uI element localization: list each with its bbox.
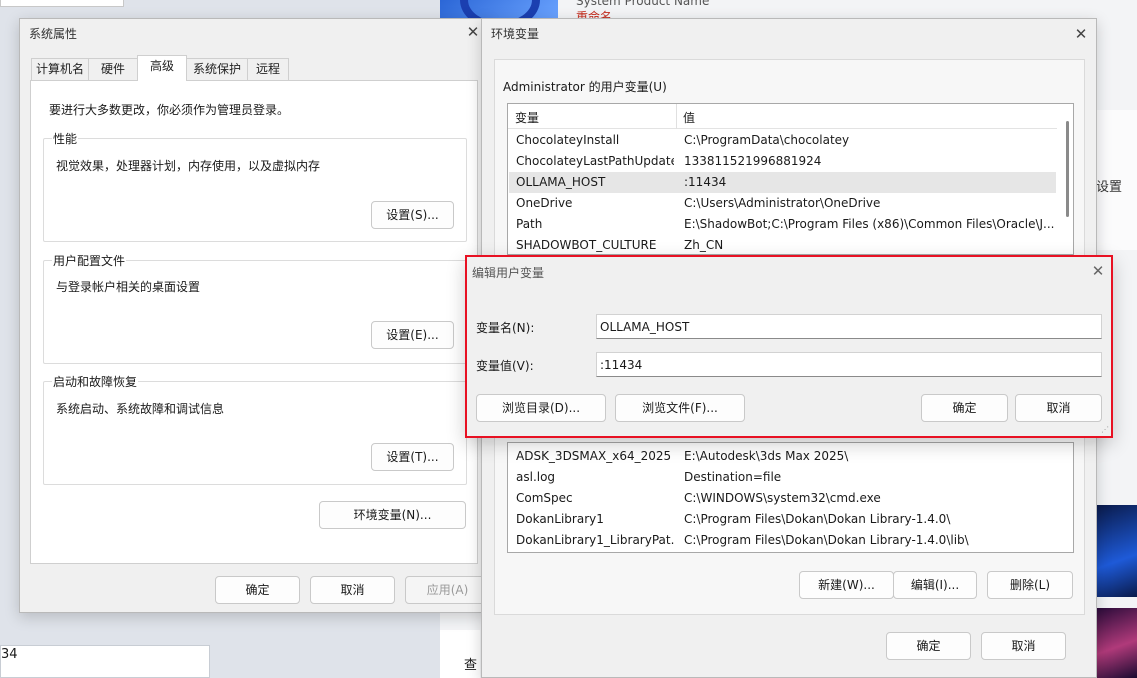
var-value: C:\WINDOWS\system32\cmd.exe <box>684 491 881 505</box>
list-header: 变量 值 <box>508 104 1057 129</box>
list-item[interactable]: ComSpec C:\WINDOWS\system32\cmd.exe <box>509 488 1056 509</box>
apply-button[interactable]: 应用(A) <box>405 576 490 604</box>
var-name: OneDrive <box>516 196 573 210</box>
tab-computer-name[interactable]: 计算机名 <box>31 58 89 80</box>
list-item[interactable]: Path E:\ShadowBot;C:\Program Files (x86)… <box>509 214 1056 235</box>
user-profiles-group: 用户配置文件 与登录帐户相关的桌面设置 设置(E)... <box>43 252 467 364</box>
background-strip-text: 查 <box>464 658 478 673</box>
browse-directory-button[interactable]: 浏览目录(D)... <box>476 394 606 422</box>
dialog-title: 系统属性 <box>29 27 78 41</box>
cancel-button[interactable]: 取消 <box>310 576 395 604</box>
resize-grip-icon[interactable]: ⋰ <box>1101 425 1109 434</box>
tab-hardware[interactable]: 硬件 <box>88 58 138 80</box>
background-top-box <box>0 0 124 7</box>
var-name: ADSK_3DSMAX_x64_2025 <box>516 449 672 463</box>
var-name: OLLAMA_HOST <box>516 175 606 189</box>
var-name: DokanLibrary1_LibraryPat... <box>516 533 674 547</box>
column-header-name[interactable]: 变量 <box>515 109 539 126</box>
ok-button[interactable]: 确定 <box>886 632 971 660</box>
edit-variable-button[interactable]: 编辑(I)... <box>893 571 977 599</box>
var-value: C:\Program Files\Dokan\Dokan Library-1.4… <box>684 512 951 526</box>
startup-recovery-group: 启动和故障恢复 系统启动、系统故障和调试信息 设置(T)... <box>43 373 467 485</box>
admin-notice: 要进行大多数更改，你必须作为管理员登录。 <box>49 103 290 117</box>
list-item[interactable]: OneDrive C:\Users\Administrator\OneDrive <box>509 193 1056 214</box>
ok-button[interactable]: 确定 <box>921 394 1008 422</box>
user-variables-list[interactable]: 变量 值 ChocolateyInstall C:\ProgramData\ch… <box>507 103 1074 255</box>
tab-advanced[interactable]: 高级 <box>137 55 187 81</box>
variable-name-label: 变量名(N): <box>476 321 535 335</box>
wallpaper-thumbnail <box>440 0 558 20</box>
cancel-button[interactable]: 取消 <box>981 632 1066 660</box>
var-value: C:\Users\Administrator\OneDrive <box>684 196 881 210</box>
performance-group: 性能 视觉效果，处理器计划，内存使用，以及虚拟内存 设置(S)... <box>43 130 467 242</box>
background-strip: 查 <box>440 630 480 678</box>
product-name-label: System Product Name <box>576 0 710 8</box>
list-item[interactable]: ADSK_3DSMAX_x64_2025 E:\Autodesk\3ds Max… <box>509 446 1056 467</box>
ok-button[interactable]: 确定 <box>215 576 300 604</box>
user-profiles-desc: 与登录帐户相关的桌面设置 <box>56 280 201 294</box>
var-value: E:\ShadowBot;C:\Program Files (x86)\Comm… <box>684 217 1055 231</box>
browse-file-button[interactable]: 浏览文件(F)... <box>615 394 745 422</box>
background-image-tile-2 <box>1096 608 1137 678</box>
variable-name-input[interactable] <box>596 314 1102 339</box>
performance-label: 性能 <box>52 130 79 147</box>
var-value: C:\ProgramData\chocolatey <box>684 133 850 147</box>
list-item[interactable]: ChocolateyInstall C:\ProgramData\chocola… <box>509 130 1056 151</box>
list-item-selected[interactable]: OLLAMA_HOST :11434 <box>509 172 1056 193</box>
user-variables-label: Administrator 的用户变量(U) <box>503 80 667 94</box>
performance-desc: 视觉效果，处理器计划，内存使用，以及虚拟内存 <box>56 159 321 173</box>
user-profiles-label: 用户配置文件 <box>52 252 127 269</box>
var-value: Destination=file <box>684 470 782 484</box>
environment-variables-button[interactable]: 环境变量(N)... <box>319 501 466 529</box>
close-icon[interactable]: ✕ <box>465 23 481 41</box>
variable-value-input[interactable] <box>596 352 1102 377</box>
var-name: ChocolateyInstall <box>516 133 620 147</box>
edit-user-variable-dialog: 编辑用户变量 ✕ 变量名(N): 变量值(V): 浏览目录(D)... 浏览文件… <box>465 255 1113 438</box>
var-value: :11434 <box>684 175 727 189</box>
list-item[interactable]: SHADOWBOT_CULTURE Zh_CN <box>509 235 1056 254</box>
list-item[interactable]: DokanLibrary1 C:\Program Files\Dokan\Dok… <box>509 509 1056 530</box>
user-profiles-settings-button[interactable]: 设置(E)... <box>371 321 454 349</box>
var-value: 133811521996881924 <box>684 154 822 168</box>
delete-variable-button[interactable]: 删除(L) <box>987 571 1073 599</box>
cancel-button[interactable]: 取消 <box>1015 394 1102 422</box>
system-variables-list[interactable]: ADSK_3DSMAX_x64_2025 E:\Autodesk\3ds Max… <box>507 442 1074 553</box>
column-header-value[interactable]: 值 <box>683 109 695 126</box>
new-variable-button[interactable]: 新建(W)... <box>799 571 894 599</box>
var-name: Path <box>516 217 543 231</box>
var-value: Zh_CN <box>684 238 724 252</box>
startup-recovery-desc: 系统启动、系统故障和调试信息 <box>56 402 225 416</box>
var-name: ComSpec <box>516 491 573 505</box>
var-name: SHADOWBOT_CULTURE <box>516 238 657 252</box>
dialog-title: 编辑用户变量 <box>472 266 545 280</box>
close-icon[interactable]: ✕ <box>1090 262 1106 280</box>
background-settings-text[interactable]: 设置 <box>1096 176 1122 195</box>
list-item[interactable]: ChocolateyLastPathUpdate 133811521996881… <box>509 151 1056 172</box>
system-properties-dialog: 系统属性 ✕ 计算机名 硬件 高级 系统保护 远程 要进行大多数更改，你必须作为… <box>19 18 490 613</box>
list-item[interactable]: DokanLibrary1_LibraryPat... C:\Program F… <box>509 530 1056 551</box>
tab-remote[interactable]: 远程 <box>247 58 289 80</box>
background-input-box[interactable]: 34 <box>0 645 210 678</box>
close-icon[interactable]: ✕ <box>1073 25 1089 43</box>
advanced-tab-pane: 要进行大多数更改，你必须作为管理员登录。 性能 视觉效果，处理器计划，内存使用，… <box>30 80 478 564</box>
performance-settings-button[interactable]: 设置(S)... <box>371 201 454 229</box>
var-value: E:\Autodesk\3ds Max 2025\ <box>684 449 849 463</box>
list-item[interactable]: asl.log Destination=file <box>509 467 1056 488</box>
startup-recovery-settings-button[interactable]: 设置(T)... <box>371 443 454 471</box>
background-input-value: 34 <box>1 647 18 662</box>
var-name: DokanLibrary1 <box>516 512 604 526</box>
var-name: ChocolateyLastPathUpdate <box>516 154 674 168</box>
dialog-title: 环境变量 <box>491 27 540 41</box>
tab-system-protection[interactable]: 系统保护 <box>186 58 248 80</box>
startup-recovery-label: 启动和故障恢复 <box>52 373 139 390</box>
vertical-scrollbar[interactable] <box>1066 121 1069 217</box>
variable-value-label: 变量值(V): <box>476 359 534 373</box>
var-value: C:\Program Files\Dokan\Dokan Library-1.4… <box>684 533 969 547</box>
background-image-tile <box>1096 505 1137 597</box>
var-name: asl.log <box>516 470 556 484</box>
